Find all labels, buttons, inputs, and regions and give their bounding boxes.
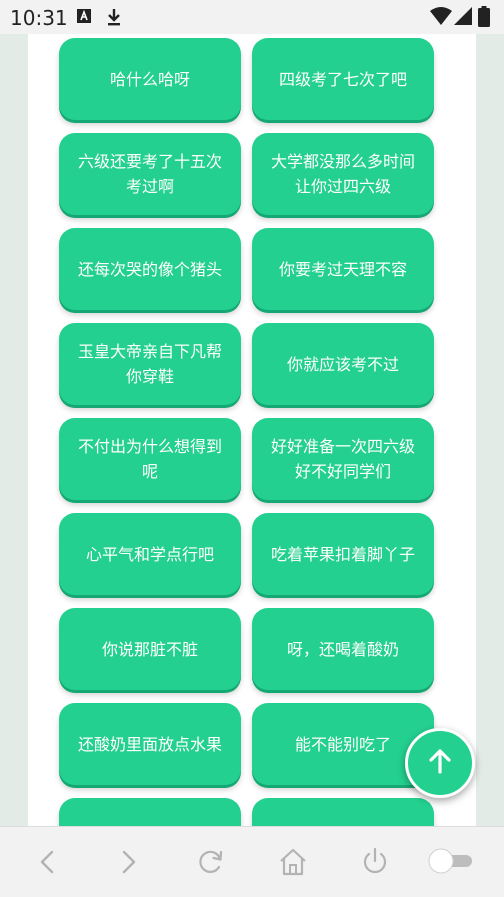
phrase-label: 能不能别吃了 [294, 734, 391, 754]
scroll-top-button[interactable] [405, 728, 475, 798]
phrase-card[interactable]: 四级考了七次了吧 [252, 38, 434, 120]
phrase-label: 你要考过天理不容 [278, 259, 407, 279]
refresh-icon [193, 850, 229, 884]
phrase-label: 呀，还喝着酸奶 [286, 639, 399, 659]
phrase-label: 大学都没那么多时间让你过四六级 [270, 152, 415, 196]
phrase-label: 还酸奶里面放点水果 [77, 734, 222, 754]
refresh-button[interactable] [193, 844, 229, 880]
signal-icon [454, 7, 472, 29]
phrase-card[interactable]: 玉皇大帝亲自下凡帮你穿鞋 [59, 323, 241, 405]
phrase-card[interactable]: 你就应该考不过 [252, 323, 434, 405]
phrase-label: 六级还要考了十五次考过啊 [77, 152, 222, 196]
forward-icon [110, 850, 146, 884]
power-icon [357, 847, 393, 884]
phrase-label: 哈什么哈呀 [109, 69, 190, 89]
phrase-card[interactable]: 还每次哭的像个猪头 [59, 228, 241, 310]
phrase-list[interactable]: 哈什么哈呀 四级考了七次了吧六级还要考了十五次考过啊 大学都没那么多时间让你过四六级… [28, 34, 476, 826]
status-time: 10:31 [10, 6, 68, 30]
arrow-up-icon [426, 747, 454, 779]
phrase-label: 还每次哭的像个猪头 [77, 259, 222, 279]
wifi-icon [430, 7, 452, 29]
toggle-switch[interactable] [428, 848, 474, 874]
phrase-card[interactable]: 不付出为什么想得到呢 [59, 418, 241, 500]
phrase-label: 好好准备一次四六级好不好同学们 [270, 437, 415, 481]
phrase-label: 不付出为什么想得到呢 [77, 437, 222, 481]
phrase-card[interactable] [59, 798, 241, 826]
phrase-label: 你说那脏不脏 [101, 639, 198, 659]
phrase-label: 吃着苹果扣着脚丫子 [270, 544, 415, 564]
phrase-card[interactable]: 大学都没那么多时间让你过四六级 [252, 133, 434, 215]
download-icon [106, 8, 122, 30]
phrase-card[interactable]: 心平气和学点行吧 [59, 513, 241, 595]
phrase-card[interactable]: 六级还要考了十五次考过啊 [59, 133, 241, 215]
battery-icon [478, 6, 490, 31]
home-icon [275, 848, 311, 884]
forward-button[interactable] [110, 844, 146, 880]
phrase-card[interactable]: 哈什么哈呀 [59, 38, 241, 120]
phrase-card[interactable]: 你要考过天理不容 [252, 228, 434, 310]
phrase-card[interactable]: 好好准备一次四六级好不好同学们 [252, 418, 434, 500]
back-button[interactable] [30, 844, 66, 880]
phrase-label: 玉皇大帝亲自下凡帮你穿鞋 [77, 342, 222, 386]
back-icon [30, 850, 66, 884]
text-a-icon [76, 8, 92, 28]
phrase-card[interactable]: 呀，还喝着酸奶 [252, 608, 434, 690]
phrase-card[interactable]: 你说那脏不脏 [59, 608, 241, 690]
phrase-card[interactable]: 还酸奶里面放点水果 [59, 703, 241, 785]
home-button[interactable] [275, 844, 311, 880]
phrase-card[interactable] [252, 798, 434, 826]
phrase-label: 你就应该考不过 [286, 354, 399, 374]
phrase-card[interactable]: 吃着苹果扣着脚丫子 [252, 513, 434, 595]
phrase-label: 心平气和学点行吧 [85, 544, 214, 564]
status-bar: 10:31 [0, 0, 504, 34]
phrase-label: 四级考了七次了吧 [278, 69, 407, 89]
power-button[interactable] [357, 844, 393, 880]
